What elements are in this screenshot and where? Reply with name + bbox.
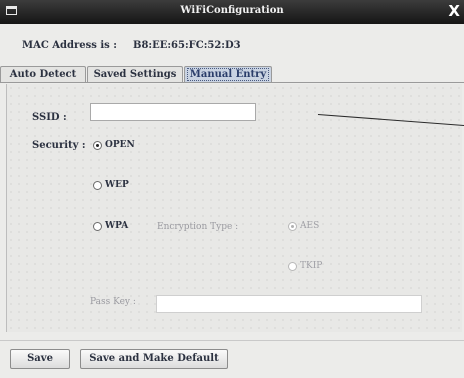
title-bar[interactable]: WiFiConfiguration X — [0, 0, 464, 24]
radio-selected-icon — [288, 221, 297, 231]
radio-selected-icon — [93, 140, 102, 150]
security-open-label: OPEN — [105, 140, 135, 150]
security-radio-wpa[interactable]: WPA — [93, 221, 128, 231]
tab-saved-settings[interactable]: Saved Settings — [87, 66, 183, 83]
security-wep-label: WEP — [105, 180, 129, 190]
pass-key-input[interactable] — [156, 295, 422, 313]
tab-divider — [0, 82, 464, 83]
mac-address-value: B8:EE:65:FC:52:D3 — [133, 40, 241, 51]
save-default-button[interactable]: Save and Make Default — [80, 349, 228, 369]
encryption-tkip-label: TKIP — [300, 261, 323, 271]
save-button[interactable]: Save — [10, 349, 70, 369]
tab-auto-detect[interactable]: Auto Detect — [0, 66, 86, 83]
tab-saved-settings-label: Saved Settings — [93, 69, 177, 80]
radio-unselected-icon — [93, 221, 102, 231]
radio-unselected-icon — [93, 180, 102, 190]
tab-auto-detect-label: Auto Detect — [9, 69, 77, 80]
ssid-label: SSID : — [32, 112, 67, 123]
encryption-type-label: Encryption Type : — [157, 222, 239, 232]
encryption-radio-aes[interactable]: AES — [288, 221, 319, 231]
security-label: Security : — [32, 140, 86, 151]
pass-key-label: Pass Key : — [90, 297, 136, 307]
close-icon[interactable]: X — [448, 2, 460, 20]
security-radio-open[interactable]: OPEN — [93, 140, 135, 150]
wifi-config-window: WiFiConfiguration X MAC Address is : B8:… — [0, 0, 464, 378]
radio-unselected-icon — [288, 261, 297, 271]
ssid-input[interactable] — [90, 103, 256, 121]
encryption-radio-tkip[interactable]: TKIP — [288, 261, 322, 271]
button-bar-divider — [0, 340, 464, 341]
encryption-aes-label: AES — [300, 221, 320, 231]
security-radio-wep[interactable]: WEP — [93, 180, 129, 190]
mac-address-label: MAC Address is : — [22, 40, 117, 51]
window-title: WiFiConfiguration — [180, 5, 284, 16]
tab-manual-entry-label: Manual Entry — [186, 68, 270, 81]
security-wpa-label: WPA — [105, 221, 129, 231]
tab-manual-entry[interactable]: Manual Entry — [184, 66, 272, 83]
